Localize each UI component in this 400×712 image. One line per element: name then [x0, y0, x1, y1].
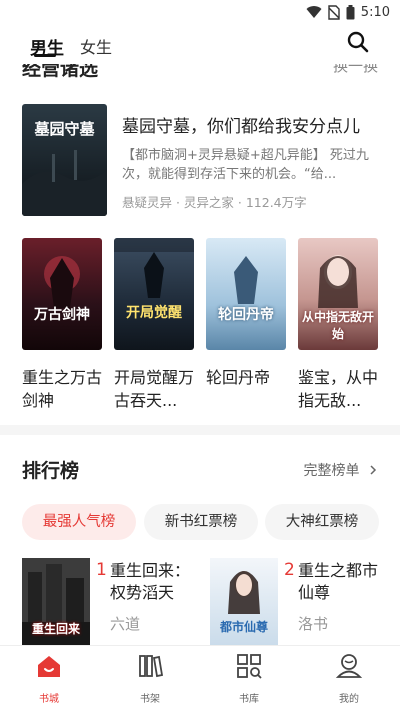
refresh-button[interactable]: 换一换	[333, 64, 378, 76]
nav-label: 我的	[339, 694, 359, 705]
section-title-clipped: 经营诸选	[22, 64, 99, 80]
book-title[interactable]: 重生之万古剑神	[22, 366, 104, 412]
status-bar: 5:10	[0, 0, 400, 24]
status-time: 5:10	[360, 4, 390, 20]
chip-popularity[interactable]: 最强人气榜	[22, 504, 136, 540]
book-cover-text: 万古剑神	[34, 307, 90, 323]
tab-female[interactable]: 女生	[80, 34, 112, 58]
ranking-book-author: 六道	[110, 615, 141, 633]
chip-master-authors[interactable]: 大神红票榜	[265, 504, 379, 540]
top-header: 男生 女生	[0, 24, 400, 64]
profile-icon	[335, 654, 363, 678]
clipped-section-header: 经营诸选 换一换	[0, 64, 400, 82]
book-cover[interactable]: 轮回丹帝	[206, 238, 286, 350]
ranking-header: 排行榜 完整榜单	[22, 456, 378, 484]
book-card[interactable]: 轮回丹帝 轮回丹帝	[206, 238, 288, 412]
bottom-nav: 书城 书架 书库 我的	[0, 645, 400, 712]
ranking-book-cover[interactable]: 都市仙尊	[210, 558, 278, 648]
library-grid-icon	[237, 654, 262, 679]
ranking-item[interactable]: 都市仙尊 2 重生之都市仙尊 洛书	[210, 558, 385, 648]
book-card[interactable]: 从中指无敌开始 鉴宝，从中指无敌...	[298, 238, 380, 412]
nav-label: 书架	[140, 694, 160, 705]
ranking-item[interactable]: 重生回来 1 重生回来：权势滔天 六道	[22, 558, 197, 648]
chip-new-books[interactable]: 新书红票榜	[144, 504, 258, 540]
bookstore-home-icon	[38, 656, 60, 677]
book-cover-text: 开局觉醒	[126, 305, 182, 321]
ranking-book-title[interactable]: 重生之都市仙尊	[298, 560, 382, 604]
ranking-book-cover[interactable]: 重生回来	[22, 558, 90, 648]
book-card[interactable]: 万古剑神 重生之万古剑神	[22, 238, 104, 412]
full-ranking-link[interactable]: 完整榜单	[304, 460, 378, 480]
ranking-chips: 最强人气榜 新书红票榜 大神红票榜	[22, 504, 400, 540]
no-sim-icon	[328, 4, 340, 20]
featured-book[interactable]: 墓园守墓 墓园守墓，你们都给我安分点儿 【都市脑洞+灵异悬疑+超凡异能】 死过九…	[22, 104, 382, 216]
rank-number: 1	[96, 560, 107, 580]
book-cover-text: 从中指无敌开始	[301, 310, 374, 341]
book-title[interactable]: 轮回丹帝	[206, 366, 288, 412]
ranking-book-author: 洛书	[298, 615, 329, 633]
featured-book-description: 【都市脑洞+灵异悬疑+超凡异能】 死过九次，就能得到存活下来的机会。“给...	[122, 148, 369, 182]
ranking-book-title[interactable]: 重生回来：权势滔天	[110, 560, 194, 604]
book-cover[interactable]: 万古剑神	[22, 238, 102, 350]
featured-book-meta: 悬疑灵异 · 灵异之家 · 112.4万字	[122, 195, 307, 210]
battery-icon	[346, 4, 355, 19]
book-cover-text: 轮回丹帝	[218, 307, 274, 323]
tab-active-indicator	[34, 54, 56, 57]
ranking-cover-text: 重生回来	[31, 622, 80, 636]
book-title[interactable]: 开局觉醒万古吞天...	[114, 366, 196, 412]
search-icon[interactable]	[346, 30, 370, 54]
nav-library[interactable]: 书库	[221, 652, 277, 705]
bookshelf-icon	[139, 655, 164, 678]
ranking-title: 排行榜	[22, 460, 80, 482]
nav-bookshelf[interactable]: 书架	[122, 652, 178, 705]
book-title[interactable]: 鉴宝，从中指无敌...	[298, 366, 380, 412]
rank-number: 2	[284, 560, 295, 580]
chevron-right-icon	[370, 465, 377, 475]
section-divider	[0, 425, 400, 435]
featured-book-cover[interactable]: 墓园守墓	[22, 104, 107, 216]
nav-label: 书库	[239, 694, 259, 705]
nav-profile[interactable]: 我的	[321, 652, 377, 705]
ranking-cover-text: 都市仙尊	[219, 620, 268, 634]
wifi-icon	[306, 6, 322, 19]
book-cover[interactable]: 开局觉醒	[114, 238, 194, 350]
nav-label: 书城	[39, 694, 59, 705]
featured-cover-text: 墓园守墓	[34, 120, 95, 138]
nav-bookstore[interactable]: 书城	[21, 652, 77, 705]
full-ranking-label: 完整榜单	[303, 463, 360, 479]
featured-book-title[interactable]: 墓园守墓，你们都给我安分点儿	[122, 112, 360, 137]
book-cover[interactable]: 从中指无敌开始	[298, 238, 378, 350]
book-card[interactable]: 开局觉醒 开局觉醒万古吞天...	[114, 238, 196, 412]
